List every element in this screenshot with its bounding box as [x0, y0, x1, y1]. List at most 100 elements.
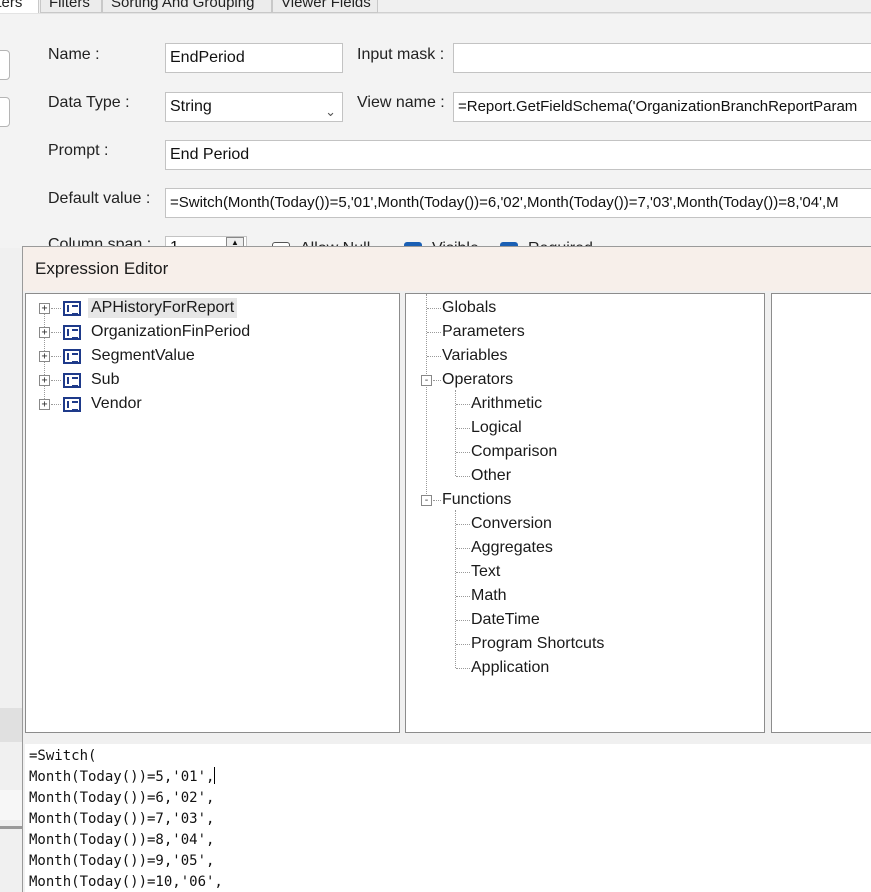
tree-connector [427, 356, 441, 357]
code-line: Month(Today())=10,'06', [29, 874, 223, 890]
categories-tree-pane[interactable]: Globals Parameters Variables - Operators… [405, 293, 765, 733]
table-icon [63, 349, 81, 364]
tree-connector [433, 500, 441, 501]
tree-item-label: Math [471, 587, 507, 604]
text-caret [214, 767, 216, 784]
data-type-select[interactable]: String ⌄ [165, 92, 343, 122]
default-value-input[interactable]: =Switch(Month(Today())=5,'01',Month(Toda… [165, 188, 871, 218]
prompt-input[interactable]: End Period [165, 140, 871, 170]
code-line: =Switch( [29, 748, 97, 764]
tree-connector [456, 668, 470, 669]
background-panel-edge [0, 790, 22, 820]
items-list-pane[interactable] [771, 293, 871, 733]
tree-item-label: Program Shortcuts [471, 635, 605, 652]
plus-box-icon[interactable]: + [39, 375, 50, 386]
tree-item-label: SegmentValue [91, 347, 195, 364]
plus-box-icon[interactable]: + [39, 351, 50, 362]
expression-code-editor[interactable]: =Switch( Month(Today())=5,'01', Month(Toda… [25, 744, 871, 892]
minus-box-icon[interactable]: - [421, 375, 432, 386]
tree-item-label: Sub [91, 371, 120, 388]
code-line-text: Month(Today())=5,'01', [29, 769, 215, 785]
expression-editor-window: Expression Editor + APHistoryForReport +… [22, 246, 871, 892]
tree-item-label: Arithmetic [471, 395, 543, 412]
input-mask-input[interactable] [453, 43, 871, 73]
tree-item-label: Vendor [91, 395, 142, 412]
tree-connector [433, 380, 441, 381]
tree-connector [456, 476, 470, 477]
background-panel-edge [0, 708, 22, 742]
tree-item-label: Parameters [442, 323, 525, 340]
input-mask-label: Input mask : [357, 46, 445, 63]
code-line: Month(Today())=7,'03', [29, 811, 215, 827]
background-divider [0, 826, 22, 829]
name-label: Name : [48, 46, 100, 63]
tree-connector [51, 356, 61, 357]
default-value-label: Default value : [48, 190, 151, 207]
tree-item-label: Globals [442, 299, 497, 316]
tree-connector [51, 380, 61, 381]
tree-connector [427, 332, 441, 333]
plus-box-icon[interactable]: + [39, 327, 50, 338]
tree-connector [456, 572, 470, 573]
prompt-label: Prompt : [48, 142, 109, 159]
tree-connector [51, 404, 61, 405]
code-line: Month(Today())=6,'02', [29, 790, 215, 806]
tree-connector [456, 620, 470, 621]
tree-item-label: Text [471, 563, 501, 580]
tree-connector [456, 644, 470, 645]
table-icon [63, 325, 81, 340]
tab-parameters[interactable]: eters [0, 0, 39, 13]
fields-tree-pane[interactable]: + APHistoryForReport + OrganizationFinPe… [25, 293, 400, 733]
code-line: Month(Today())=5,'01', [29, 767, 871, 788]
tree-item-label: Logical [471, 419, 522, 436]
view-name-label: View name : [357, 94, 445, 111]
tree-item-segmentvalue[interactable]: + SegmentValue [26, 346, 396, 368]
tab-viewer-fields[interactable]: Viewer Fields [272, 0, 378, 13]
editor-title: Expression Editor [23, 247, 871, 291]
tree-item-label: Functions [442, 491, 512, 508]
tree-item-label: Aggregates [471, 539, 553, 556]
table-icon [63, 301, 81, 316]
tree-item-sub[interactable]: + Sub [26, 370, 396, 392]
parameter-form: Name : EndPeriod Input mask : Data Type … [0, 13, 871, 260]
tree-item-label: OrganizationFinPeriod [91, 323, 251, 340]
tree-connector [427, 308, 441, 309]
name-input[interactable]: EndPeriod [165, 43, 343, 73]
data-type-label: Data Type : [48, 94, 130, 111]
tree-connector [426, 294, 427, 500]
tree-item-aphistoryforreport[interactable]: + APHistoryForReport [26, 298, 396, 320]
tree-connector [456, 452, 470, 453]
tree-item-organizationfinperiod[interactable]: + OrganizationFinPeriod [26, 322, 396, 344]
tree-connector [456, 524, 470, 525]
tree-connector [455, 390, 456, 476]
tab-strip: eters Filters Sorting And Grouping Viewe… [0, 0, 871, 14]
tree-connector [456, 428, 470, 429]
tree-connector [456, 548, 470, 549]
tree-item-label: Other [471, 467, 512, 484]
data-type-value: String [170, 98, 212, 115]
plus-box-icon[interactable]: + [39, 303, 50, 314]
left-list-control[interactable] [0, 97, 10, 127]
tree-item-label: DateTime [471, 611, 540, 628]
tree-connector [456, 404, 470, 405]
left-list-control[interactable] [0, 50, 10, 80]
tree-item-label: APHistoryForReport [88, 298, 238, 318]
table-icon [63, 373, 81, 388]
tree-connector [51, 308, 61, 309]
tree-connector [51, 332, 61, 333]
code-line: Month(Today())=8,'04', [29, 832, 215, 848]
view-name-input[interactable]: =Report.GetFieldSchema('OrganizationBran… [453, 92, 871, 122]
tree-connector [456, 596, 470, 597]
tree-item-label: Application [471, 659, 550, 676]
tab-filters[interactable]: Filters [40, 0, 102, 13]
tree-item-label: Comparison [471, 443, 558, 460]
plus-box-icon[interactable]: + [39, 399, 50, 410]
minus-box-icon[interactable]: - [421, 495, 432, 506]
chevron-down-icon[interactable]: ⌄ [325, 98, 336, 121]
table-icon [63, 397, 81, 412]
tree-item-vendor[interactable]: + Vendor [26, 394, 396, 416]
tree-item-label: Variables [442, 347, 508, 364]
tree-item-label: Operators [442, 371, 514, 388]
tab-sorting-and-grouping[interactable]: Sorting And Grouping [102, 0, 272, 13]
code-line: Month(Today())=9,'05', [29, 853, 215, 869]
